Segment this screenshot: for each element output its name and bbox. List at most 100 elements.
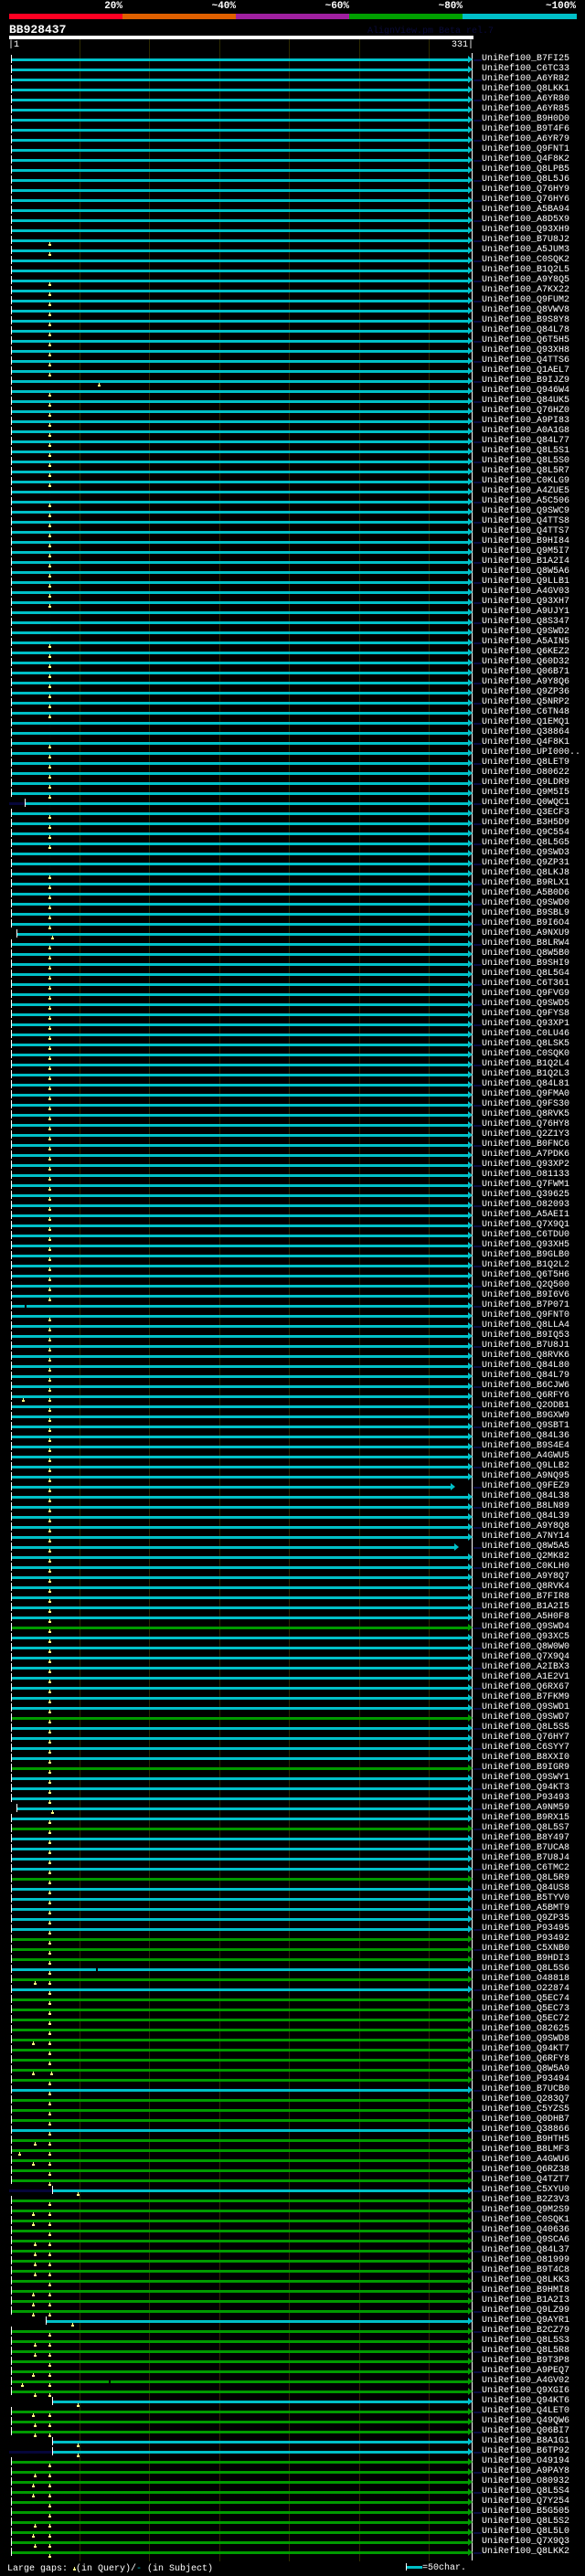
subject-label[interactable]: UniRef100_Q76HZ0 [482,406,569,416]
subject-label[interactable]: UniRef100_Q4LET0 [482,2406,569,2416]
subject-label[interactable]: UniRef100_Q8L5G4 [482,969,569,979]
subject-label[interactable]: UniRef100_Q9AYR1 [482,2316,569,2326]
subject-label[interactable]: UniRef100_A0A1G8 [482,426,569,436]
subject-label[interactable]: UniRef100_Q06B71 [482,667,569,677]
subject-label[interactable]: UniRef100_Q84L80 [482,1361,569,1371]
subject-label[interactable]: UniRef100_Q8RVK6 [482,1351,569,1361]
subject-label[interactable]: UniRef100_A1E2V1 [482,1672,569,1682]
subject-label[interactable]: UniRef100_B9T3P8 [482,2356,569,2366]
subject-label[interactable]: UniRef100_Q38866 [482,2125,569,2135]
subject-label[interactable]: UniRef100_B7P071 [482,1300,569,1310]
subject-label[interactable]: UniRef100_Q49QW6 [482,2416,569,2426]
subject-label[interactable]: UniRef100_B9HI84 [482,536,569,546]
subject-label[interactable]: UniRef100_Q8L5R9 [482,1873,569,1883]
subject-label[interactable]: UniRef100_B9RLX1 [482,878,569,888]
subject-label[interactable]: UniRef100_Q8L5J6 [482,175,569,185]
subject-label[interactable]: UniRef100_Q9FNT0 [482,1310,569,1320]
subject-label[interactable]: UniRef100_Q4F8K1 [482,737,569,747]
subject-label[interactable]: UniRef100_B9GXW9 [482,1411,569,1421]
subject-label[interactable]: UniRef100_Q60D32 [482,657,569,667]
subject-label[interactable]: UniRef100_O80932 [482,2476,569,2486]
subject-label[interactable]: UniRef100_Q8W0W0 [482,1642,569,1652]
subject-label[interactable]: UniRef100_A5AEI1 [482,1210,569,1220]
subject-label[interactable]: UniRef100_B0FNC6 [482,1140,569,1150]
subject-label[interactable]: UniRef100_Q6RZ38 [482,2165,569,2175]
subject-label[interactable]: UniRef100_Q9SWD5 [482,999,569,1009]
subject-label[interactable]: UniRef100_Q8LPB5 [482,164,569,175]
subject-label[interactable]: UniRef100_Q8VWV8 [482,305,569,315]
subject-label[interactable]: UniRef100_Q2MK82 [482,1552,569,1562]
subject-label[interactable]: UniRef100_Q9LLB1 [482,577,569,587]
subject-label[interactable]: UniRef100_O49194 [482,2456,569,2466]
subject-label[interactable]: UniRef100_Q1EMQ1 [482,717,569,727]
subject-label[interactable]: UniRef100_O22874 [482,1984,569,1994]
subject-label[interactable]: UniRef100_Q8LKK1 [482,84,569,94]
subject-label[interactable]: UniRef100_O82093 [482,1200,569,1210]
subject-label[interactable]: UniRef100_Q7X9Q4 [482,1652,569,1662]
subject-label[interactable]: UniRef100_Q1AEL7 [482,366,569,376]
subject-label[interactable]: UniRef100_Q9LZ99 [482,2306,569,2316]
subject-label[interactable]: UniRef100_A4GWU6 [482,2155,569,2165]
subject-label[interactable]: UniRef100_A4GWU5 [482,1451,569,1461]
subject-label[interactable]: UniRef100_Q8L5S4 [482,2486,569,2496]
subject-label[interactable]: UniRef100_A9Y8Q5 [482,275,569,285]
subject-label[interactable]: UniRef100_Q8S347 [482,617,569,627]
subject-label[interactable]: UniRef100_A4GV03 [482,587,569,597]
subject-label[interactable]: UniRef100_Q93XP1 [482,1019,569,1029]
subject-label[interactable]: UniRef100_Q4TTS8 [482,516,569,526]
subject-label[interactable]: UniRef100_A6YR80 [482,94,569,104]
subject-label[interactable]: UniRef100_Q8L5S3 [482,2336,569,2346]
subject-label[interactable]: UniRef100_B1A2I5 [482,1602,569,1612]
subject-label[interactable]: UniRef100_Q84L78 [482,325,569,335]
subject-label[interactable]: UniRef100_UPI000.. [482,747,580,758]
subject-label[interactable]: UniRef100_B5G505 [482,2507,569,2517]
subject-label[interactable]: UniRef100_B9T4F6 [482,124,569,134]
subject-label[interactable]: UniRef100_Q93XH5 [482,1240,569,1250]
subject-label[interactable]: UniRef100_A5BA94 [482,205,569,215]
subject-label[interactable]: UniRef100_Q9SWD7 [482,1712,569,1723]
subject-label[interactable]: UniRef100_Q9ZP31 [482,858,569,868]
subject-label[interactable]: UniRef100_Q93XH9 [482,225,569,235]
subject-label[interactable]: UniRef100_Q8L5S0 [482,456,569,466]
subject-label[interactable]: UniRef100_B9S8Y8 [482,315,569,325]
subject-label[interactable]: UniRef100_Q8L5L0 [482,2527,569,2537]
subject-label[interactable]: UniRef100_C6SYY7 [482,1743,569,1753]
subject-label[interactable]: UniRef100_Q6KEZ2 [482,647,569,657]
subject-label[interactable]: UniRef100_B1A2I3 [482,2295,569,2306]
subject-label[interactable]: UniRef100_Q9SWD4 [482,1622,569,1632]
subject-label[interactable]: UniRef100_Q8LKK2 [482,2547,569,2557]
subject-label[interactable]: UniRef100_Q84L36 [482,1431,569,1441]
subject-label[interactable]: UniRef100_P93494 [482,2074,569,2084]
subject-label[interactable]: UniRef100_B9T4C8 [482,2265,569,2275]
subject-label[interactable]: UniRef100_B9HMI8 [482,2285,569,2295]
subject-label[interactable]: UniRef100_A4GV02 [482,2376,569,2386]
subject-label[interactable]: UniRef100_Q6T5H6 [482,1270,569,1280]
subject-label[interactable]: UniRef100_O81133 [482,1170,569,1180]
subject-label[interactable]: UniRef100_Q7X9Q3 [482,2537,569,2547]
subject-label[interactable]: UniRef100_B8LMF3 [482,2145,569,2155]
subject-label[interactable]: UniRef100_C5XNB0 [482,1944,569,1954]
subject-label[interactable]: UniRef100_Q9FUM2 [482,295,569,305]
subject-label[interactable]: UniRef100_C0SQK0 [482,1049,569,1059]
subject-label[interactable]: UniRef100_Q9XGI6 [482,2386,569,2396]
subject-label[interactable]: UniRef100_Q4F8K2 [482,154,569,164]
subject-label[interactable]: UniRef100_B9HTH5 [482,2135,569,2145]
subject-label[interactable]: UniRef100_Q9SWD2 [482,627,569,637]
subject-label[interactable]: UniRef100_Q8W5A5 [482,1542,569,1552]
subject-label[interactable]: UniRef100_B2Z3V3 [482,2195,569,2205]
subject-label[interactable]: UniRef100_A6YR85 [482,104,569,114]
subject-label[interactable]: UniRef100_C6TMC2 [482,1863,569,1873]
subject-label[interactable]: UniRef100_B7FIR8 [482,1592,569,1602]
subject-label[interactable]: UniRef100_Q94KT3 [482,1783,569,1793]
subject-label[interactable]: UniRef100_Q84L81 [482,1079,569,1089]
subject-label[interactable]: UniRef100_Q4TTS6 [482,355,569,366]
subject-label[interactable]: UniRef100_B9I6O4 [482,918,569,928]
subject-label[interactable]: UniRef100_B9IJZ9 [482,376,569,386]
subject-label[interactable]: UniRef100_Q5EC74 [482,1994,569,2004]
subject-label[interactable]: UniRef100_B1Q2L5 [482,265,569,275]
subject-label[interactable]: UniRef100_Q5EC73 [482,2004,569,2014]
subject-label[interactable]: UniRef100_B7UCB0 [482,2084,569,2094]
subject-label[interactable]: UniRef100_B9RX15 [482,1813,569,1823]
subject-label[interactable]: UniRef100_O82625 [482,2024,569,2034]
subject-label[interactable]: UniRef100_Q93XH8 [482,345,569,355]
